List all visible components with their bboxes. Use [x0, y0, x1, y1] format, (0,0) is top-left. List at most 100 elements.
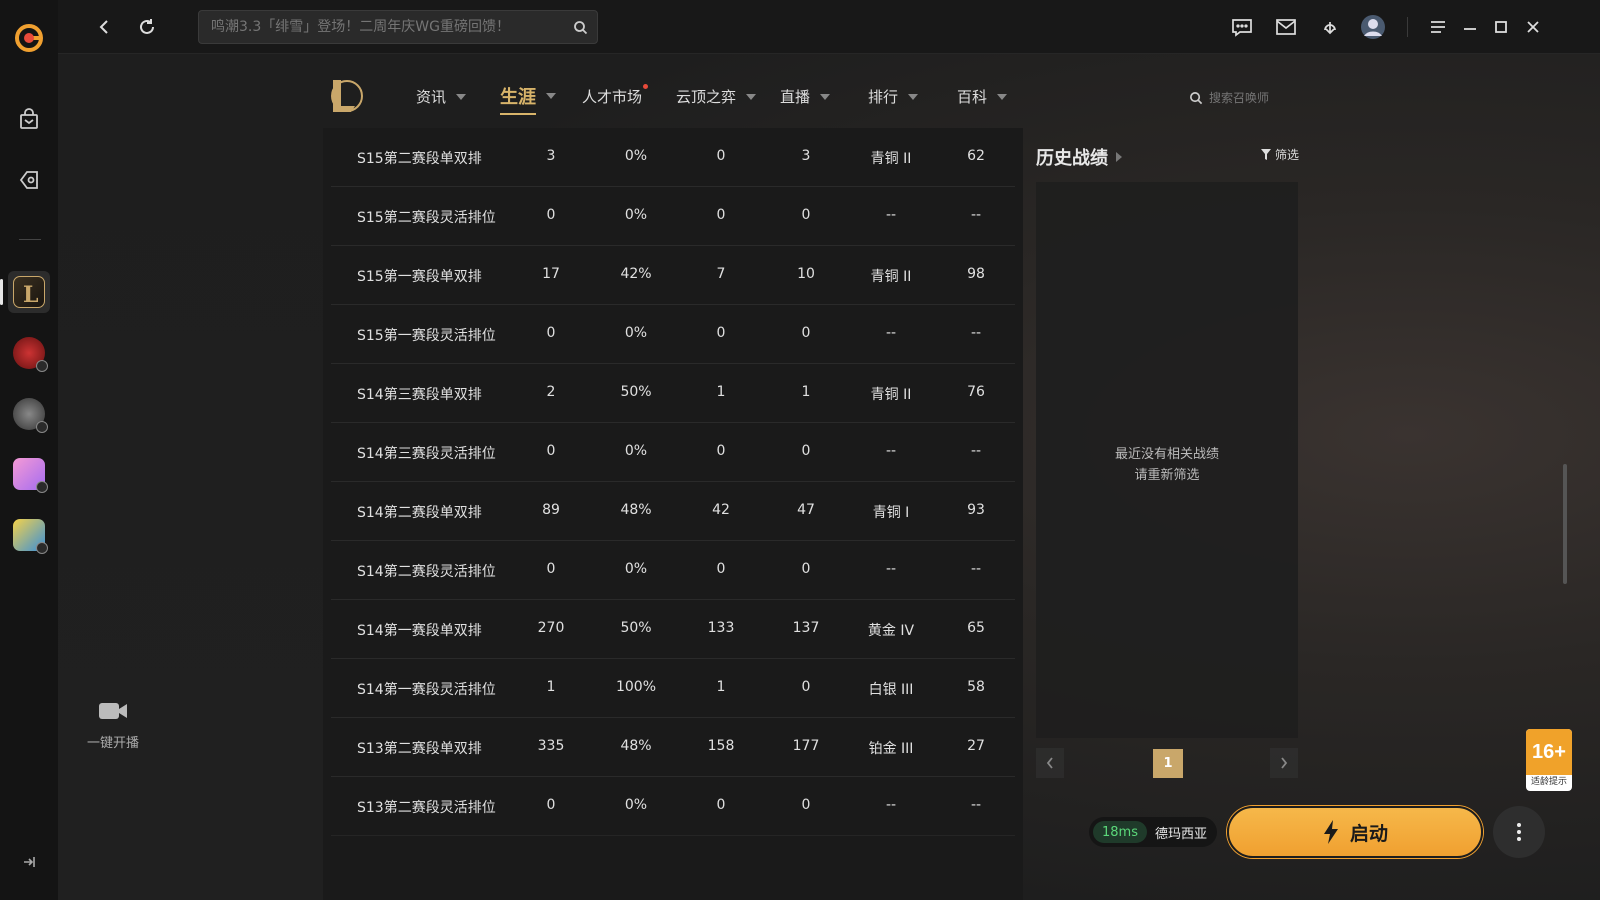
chat-icon[interactable]	[1228, 13, 1256, 41]
maximize-icon[interactable]	[1487, 13, 1515, 41]
lightning-icon	[1323, 820, 1338, 844]
nav-talent-market[interactable]: 人才市场	[582, 84, 649, 107]
cell-rank: 黄金 IV	[867, 623, 915, 639]
chevron-down-icon	[456, 93, 467, 100]
page-scrollbar[interactable]	[1563, 464, 1567, 584]
cell: 1	[716, 679, 726, 695]
cell: 0	[716, 148, 726, 164]
cell-rank: 白银 III	[868, 682, 914, 698]
game-cfhd-icon[interactable]	[8, 393, 50, 435]
cell: 0	[716, 797, 726, 813]
mail-icon[interactable]	[1272, 13, 1300, 41]
back-icon[interactable]	[90, 13, 118, 41]
cell: 1	[546, 679, 556, 695]
global-search-input[interactable]	[199, 11, 559, 43]
cell: 17	[542, 266, 560, 282]
game-cf-icon[interactable]	[8, 332, 50, 374]
cell-rank: 铂金 III	[868, 741, 914, 757]
cell-rank: --	[885, 325, 897, 341]
chevron-down-icon	[746, 93, 757, 100]
lol-logo-icon[interactable]	[327, 76, 363, 116]
prev-page-icon[interactable]	[1036, 748, 1064, 778]
close-icon[interactable]	[1519, 13, 1547, 41]
cell: 42%	[620, 266, 652, 282]
video-camera-icon	[99, 703, 127, 719]
broadcast-label: 一键开播	[86, 736, 139, 751]
nav-live[interactable]: 直播	[780, 86, 831, 107]
table-row: S14第二赛段灵活排位 0 0% 0 0 -- --	[331, 541, 1015, 600]
store-bag-icon[interactable]	[8, 99, 50, 141]
chevron-down-icon	[908, 93, 919, 100]
cell: 89	[542, 502, 560, 518]
next-page-icon[interactable]	[1270, 748, 1298, 778]
table-row: S15第二赛段单双排 3 0% 0 3 青铜 II 62	[331, 128, 1015, 187]
cell-rank: --	[885, 797, 897, 813]
chevron-right-icon	[1116, 152, 1122, 162]
filter-label: 筛选	[1275, 148, 1300, 162]
cell: 0%	[624, 325, 648, 341]
expand-sidebar-icon[interactable]	[19, 852, 39, 872]
table-row: S14第三赛段单双排 2 50% 1 1 青铜 II 76	[331, 364, 1015, 423]
game-character-icon[interactable]	[8, 514, 50, 556]
nav-ranking[interactable]: 排行	[868, 86, 919, 107]
cell-season: S13第二赛段灵活排位	[357, 800, 496, 816]
cell-season: S14第一赛段单双排	[357, 623, 482, 639]
download-badge-icon	[36, 421, 48, 433]
cell-rank: --	[885, 561, 897, 577]
table-row: S15第一赛段灵活排位 0 0% 0 0 -- --	[331, 305, 1015, 364]
table-row: S13第二赛段单双排 335 48% 158 177 铂金 III 27	[331, 718, 1015, 777]
nav-wiki[interactable]: 百科	[957, 86, 1008, 107]
cell: 0	[801, 561, 811, 577]
cell: 47	[797, 502, 815, 518]
cell-season: S14第三赛段灵活排位	[357, 446, 496, 462]
cell: 335	[537, 738, 565, 754]
cell-season: S14第二赛段单双排	[357, 505, 482, 521]
filter-button[interactable]: 筛选	[1261, 146, 1299, 163]
nav-tft[interactable]: 云顶之弈	[676, 86, 757, 107]
global-search-box	[198, 10, 598, 44]
rail-divider	[19, 239, 41, 240]
cell: 42	[712, 502, 730, 518]
cell-season: S14第一赛段灵活排位	[357, 682, 496, 698]
notification-dot	[643, 84, 649, 89]
top-bar	[58, 0, 1600, 54]
server-selector[interactable]: 18ms 德玛西亚	[1089, 817, 1217, 847]
topbar-divider	[1407, 17, 1408, 37]
summoner-search-input[interactable]	[1209, 88, 1319, 108]
one-click-broadcast-button[interactable]: 一键开播	[68, 700, 158, 751]
svg-text:L: L	[23, 282, 38, 308]
more-options-icon[interactable]	[1493, 806, 1545, 858]
download-badge-icon	[36, 360, 48, 372]
cell: 0	[546, 207, 556, 223]
chevron-down-icon	[820, 93, 831, 100]
search-icon	[1190, 92, 1203, 105]
nav-talent-market-text: 人才市场	[582, 88, 643, 106]
nav-news[interactable]: 资讯	[416, 86, 467, 107]
user-avatar-icon[interactable]	[1359, 13, 1387, 41]
cell: 3	[546, 148, 556, 164]
games-tag-icon[interactable]	[8, 159, 50, 201]
menu-icon[interactable]	[1424, 13, 1452, 41]
download-manager-icon[interactable]	[1316, 13, 1344, 41]
minimize-icon[interactable]	[1456, 13, 1484, 41]
cell: 10	[797, 266, 815, 282]
cell: 50%	[620, 620, 652, 636]
cell: 62	[967, 148, 985, 164]
cell: 0	[801, 797, 811, 813]
cell: 93	[967, 502, 985, 518]
refresh-icon[interactable]	[133, 13, 161, 41]
cell-season: S15第二赛段单双排	[357, 151, 482, 167]
history-title[interactable]: 历史战绩	[1036, 144, 1122, 170]
page-number-current[interactable]: 1	[1153, 749, 1183, 778]
nav-career[interactable]: 生涯	[500, 83, 556, 115]
cell: 177	[792, 738, 820, 754]
cell: --	[970, 797, 982, 813]
game-pink-icon[interactable]	[8, 453, 50, 495]
launch-button[interactable]: 启动	[1227, 806, 1483, 858]
search-icon[interactable]	[569, 16, 591, 38]
game-lol-icon[interactable]: L	[8, 271, 50, 313]
table-row: S15第一赛段单双排 17 42% 7 10 青铜 II 98	[331, 246, 1015, 305]
cell: 100%	[615, 679, 657, 695]
app-logo-icon[interactable]	[8, 17, 50, 59]
history-pagination: 1	[1036, 748, 1298, 780]
